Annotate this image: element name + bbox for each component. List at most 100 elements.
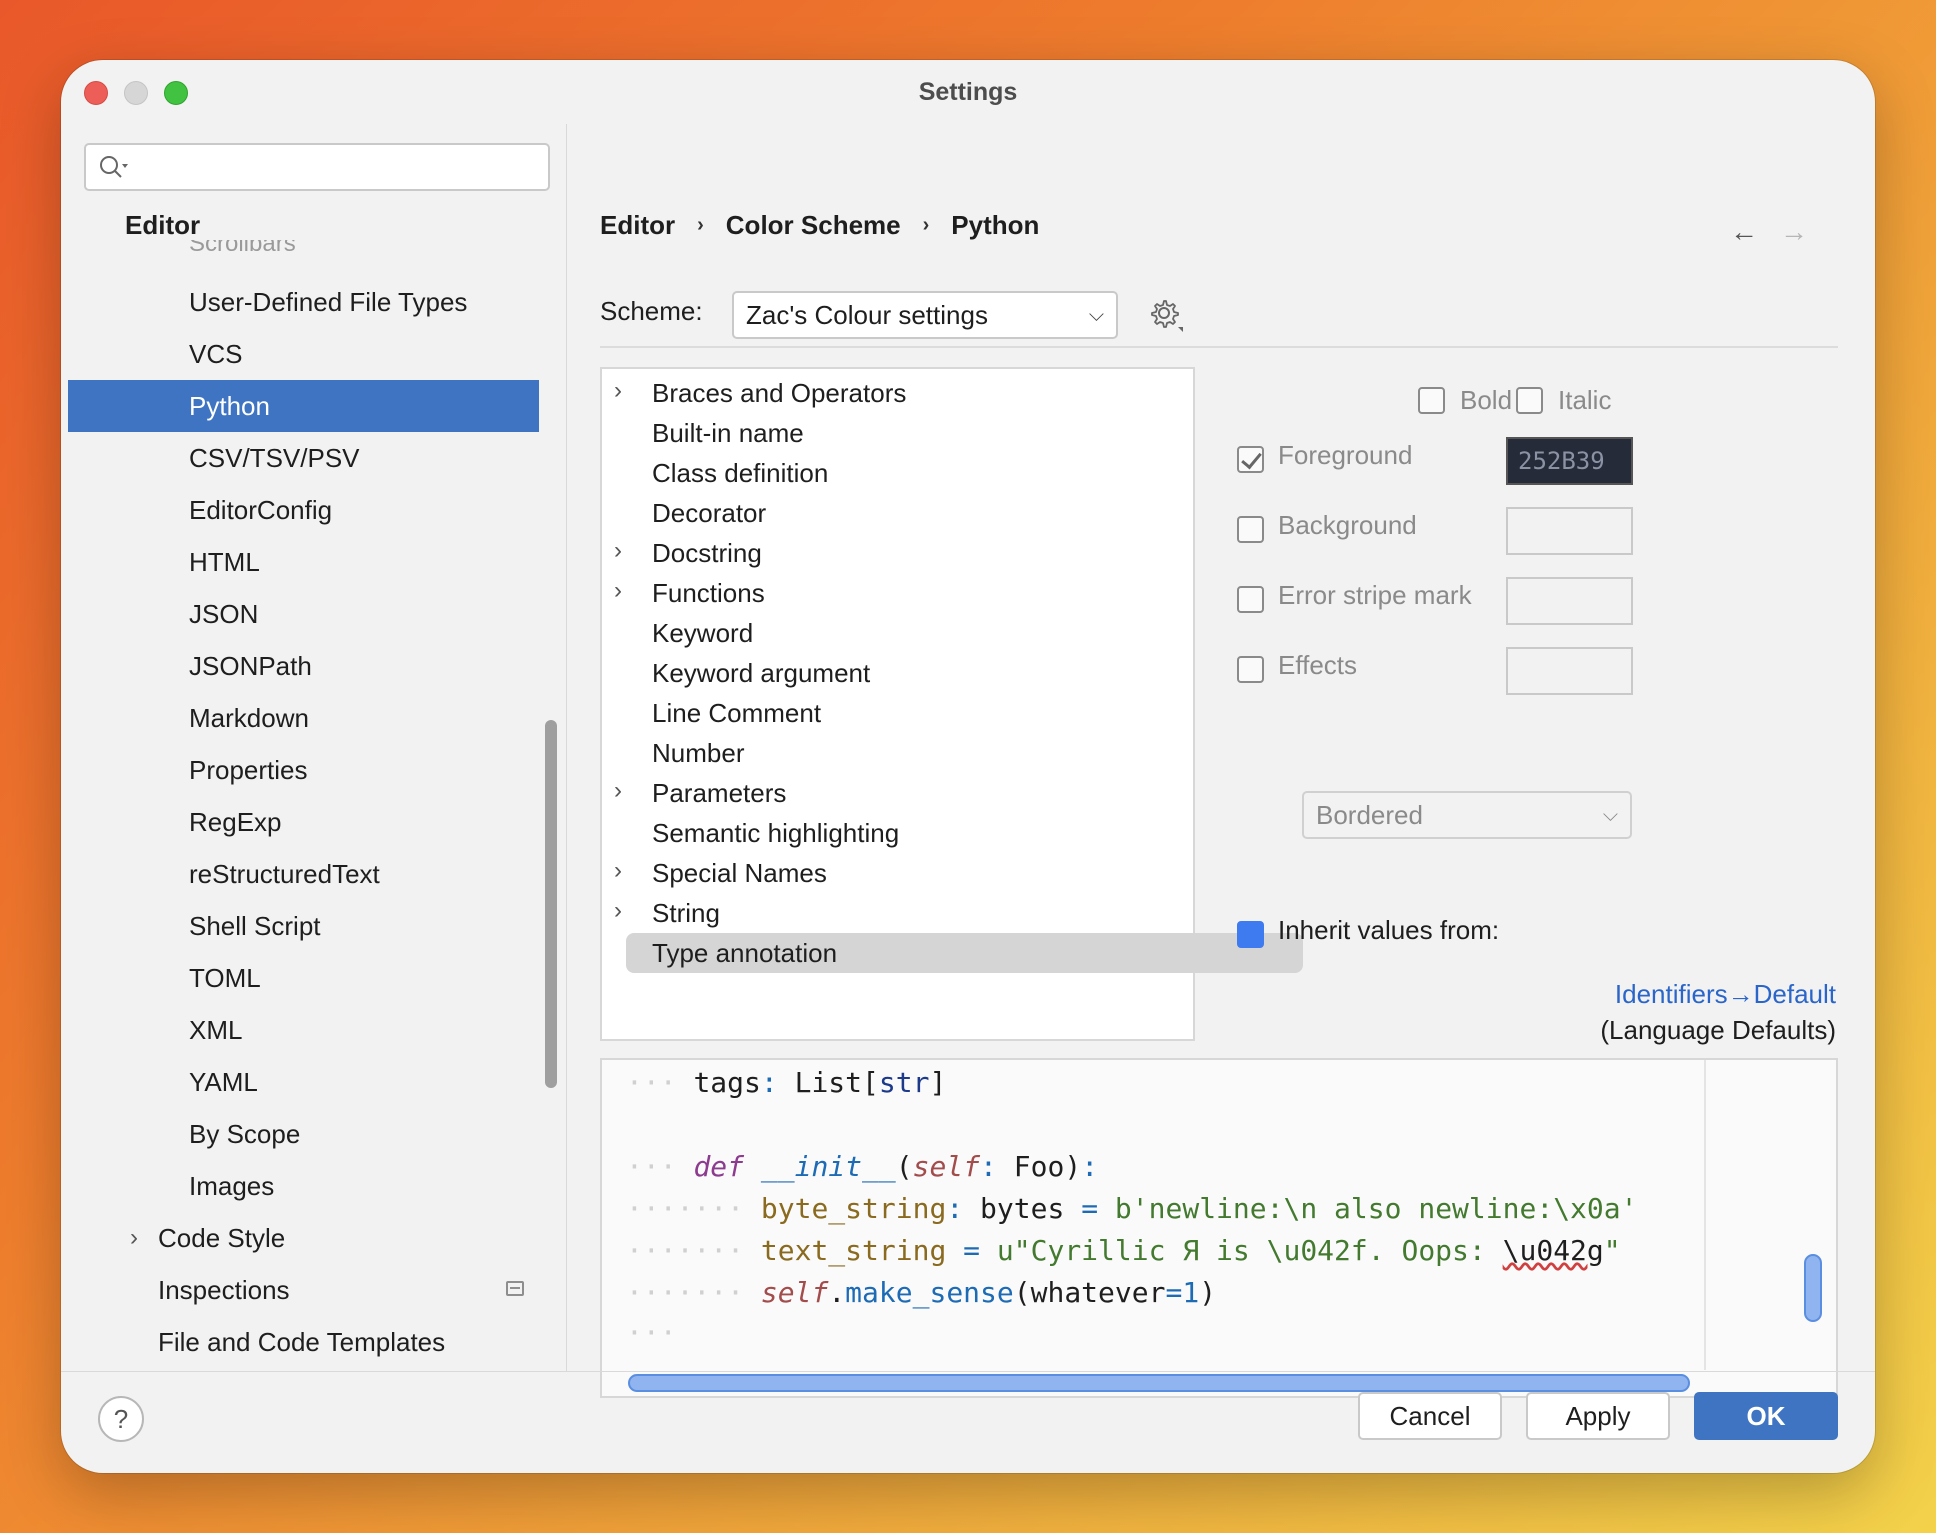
- effects-type-value: Bordered: [1316, 800, 1423, 830]
- background-checkbox[interactable]: [1237, 516, 1264, 543]
- tree-item-type-annotation[interactable]: Type annotation: [602, 933, 1303, 973]
- sidebar-item-properties[interactable]: Properties: [68, 744, 539, 796]
- help-button[interactable]: ?: [98, 1396, 144, 1442]
- sidebar-item-user-defined-file-types[interactable]: User-Defined File Types: [68, 276, 539, 328]
- error-stripe-checkbox[interactable]: [1237, 586, 1264, 613]
- sidebar-item-images[interactable]: Images: [68, 1160, 539, 1212]
- window-title: Settings: [918, 78, 1018, 106]
- tree-item-number[interactable]: Number: [602, 733, 1193, 773]
- sidebar-item-xml[interactable]: XML: [68, 1004, 539, 1056]
- sidebar-item-regexp[interactable]: RegExp: [68, 796, 539, 848]
- settings-window: Settings Editor Scrollbars User-Defined …: [61, 60, 1875, 1473]
- scheme-label: Scheme:: [600, 296, 703, 326]
- tree-item-docstring[interactable]: › Docstring: [602, 533, 1193, 573]
- preview-line: ···: [626, 1316, 677, 1349]
- tree-item-semantic-highlighting[interactable]: Semantic highlighting: [602, 813, 1193, 853]
- breadcrumb-editor[interactable]: Editor: [600, 210, 675, 241]
- apply-button[interactable]: Apply: [1526, 1392, 1670, 1440]
- foreground-color-swatch[interactable]: 252B39: [1506, 437, 1633, 485]
- sidebar-item-jsonpath[interactable]: JSONPath: [68, 640, 539, 692]
- chevron-right-icon[interactable]: ›: [614, 771, 622, 811]
- cancel-button[interactable]: Cancel: [1358, 1392, 1502, 1440]
- attribute-properties: Bold Italic Foreground 252B39 Background…: [1216, 367, 1836, 1045]
- error-stripe-label: Error stripe mark: [1278, 580, 1472, 610]
- inherit-label: Inherit values from:: [1278, 915, 1500, 945]
- breadcrumb-separator: ›: [697, 214, 704, 236]
- ok-button[interactable]: OK: [1694, 1392, 1838, 1440]
- inherit-link[interactable]: Identifiers→Default: [1615, 979, 1836, 1010]
- sidebar-item-csv[interactable]: CSV/TSV/PSV: [68, 432, 539, 484]
- tree-item-special-names[interactable]: › Special Names: [602, 853, 1193, 893]
- divider: [600, 346, 1838, 348]
- sidebar-item-shell-script[interactable]: Shell Script: [68, 900, 539, 952]
- sidebar-item-markdown[interactable]: Markdown: [68, 692, 539, 744]
- search-input[interactable]: [84, 143, 550, 191]
- sidebar-item-inspections[interactable]: Inspections: [68, 1264, 539, 1316]
- preview-line: ······· byte_string: bytes = b'newline:\…: [626, 1192, 1638, 1225]
- chevron-right-icon[interactable]: ›: [614, 851, 622, 891]
- tree-item-functions[interactable]: › Functions: [602, 573, 1193, 613]
- chevron-down-icon: ⌵: [1602, 804, 1618, 826]
- title-bar: Settings: [61, 60, 1875, 124]
- preview-line: ······· text_string = u"Cyrillic Я is \u…: [626, 1234, 1621, 1267]
- gear-icon[interactable]: [1148, 297, 1184, 333]
- bold-checkbox[interactable]: [1418, 387, 1445, 414]
- effects-type-dropdown[interactable]: Bordered ⌵: [1302, 791, 1632, 839]
- attribute-tree[interactable]: › Braces and Operators Built-in name Clas…: [600, 367, 1303, 1041]
- tree-item-line-comment[interactable]: Line Comment: [602, 693, 1193, 733]
- sidebar-scrollbar[interactable]: [545, 720, 557, 1088]
- breadcrumb-color-scheme[interactable]: Color Scheme: [726, 210, 901, 241]
- preview-vertical-scrollbar[interactable]: [1804, 1254, 1822, 1322]
- breadcrumb-separator: ›: [922, 214, 930, 236]
- sidebar-item-file-and-code-templates[interactable]: File and Code Templates: [68, 1316, 539, 1368]
- forward-arrow-icon[interactable]: →: [1780, 216, 1808, 248]
- italic-checkbox[interactable]: [1516, 387, 1543, 414]
- sidebar-section-editor[interactable]: Editor: [125, 210, 200, 241]
- breadcrumb: Editor › Color Scheme › Python: [600, 210, 1039, 241]
- effects-checkbox[interactable]: [1237, 656, 1264, 683]
- inherit-checkbox[interactable]: [1237, 921, 1264, 948]
- sidebar-item-python[interactable]: Python: [68, 380, 539, 432]
- chevron-right-icon[interactable]: ›: [130, 1212, 138, 1264]
- preview-right-margin: [1704, 1060, 1706, 1370]
- inherit-source-label: (Language Defaults): [1600, 1015, 1836, 1045]
- preview-line: ··· tags: List[str]: [626, 1066, 947, 1099]
- sidebar-item-scrolled: Scrollbars: [189, 240, 296, 254]
- tree-item-built-in-name[interactable]: Built-in name: [602, 413, 1193, 453]
- tree-item-braces-and-operators[interactable]: › Braces and Operators: [602, 373, 1193, 413]
- color-scheme-panel: Editor › Color Scheme › Python ← → Schem…: [568, 124, 1875, 1398]
- background-label: Background: [1278, 510, 1417, 540]
- sidebar-item-code-style[interactable]: › Code Style: [68, 1212, 539, 1264]
- scheme-value: Zac's Colour settings: [746, 300, 988, 330]
- tree-item-decorator[interactable]: Decorator: [602, 493, 1193, 533]
- error-stripe-color-swatch[interactable]: [1506, 577, 1633, 625]
- search-icon: [100, 156, 128, 178]
- tree-item-keyword-argument[interactable]: Keyword argument: [602, 653, 1193, 693]
- chevron-right-icon[interactable]: ›: [614, 571, 622, 611]
- sidebar-item-toml[interactable]: TOML: [68, 952, 539, 1004]
- foreground-checkbox[interactable]: [1237, 446, 1264, 473]
- effects-label: Effects: [1278, 650, 1358, 680]
- background-color-swatch[interactable]: [1506, 507, 1633, 555]
- chevron-right-icon[interactable]: ›: [614, 531, 622, 571]
- sidebar-item-editorconfig[interactable]: EditorConfig: [68, 484, 539, 536]
- sidebar-item-json[interactable]: JSON: [68, 588, 539, 640]
- tree-item-class-definition[interactable]: Class definition: [602, 453, 1193, 493]
- tree-item-string[interactable]: › String: [602, 893, 1193, 933]
- sidebar-item-restructuredtext[interactable]: reStructuredText: [68, 848, 539, 900]
- chevron-down-icon: ⌵: [1088, 304, 1104, 326]
- sidebar-item-vcs[interactable]: VCS: [68, 328, 539, 380]
- scheme-dropdown[interactable]: Zac's Colour settings ⌵: [732, 291, 1118, 339]
- chevron-right-icon[interactable]: ›: [614, 891, 622, 931]
- sidebar-item-yaml[interactable]: YAML: [68, 1056, 539, 1108]
- tree-item-keyword[interactable]: Keyword: [602, 613, 1193, 653]
- effects-color-swatch[interactable]: [1506, 647, 1633, 695]
- chevron-right-icon[interactable]: ›: [614, 371, 622, 411]
- code-preview[interactable]: ··· tags: List[str] ··· def __init__(sel…: [600, 1058, 1838, 1398]
- sidebar-item-by-scope[interactable]: By Scope: [68, 1108, 539, 1160]
- back-arrow-icon[interactable]: ←: [1730, 216, 1758, 248]
- tree-item-parameters[interactable]: › Parameters: [602, 773, 1193, 813]
- breadcrumb-python: Python: [951, 210, 1040, 240]
- italic-label: Italic: [1558, 385, 1612, 415]
- sidebar-item-html[interactable]: HTML: [68, 536, 539, 588]
